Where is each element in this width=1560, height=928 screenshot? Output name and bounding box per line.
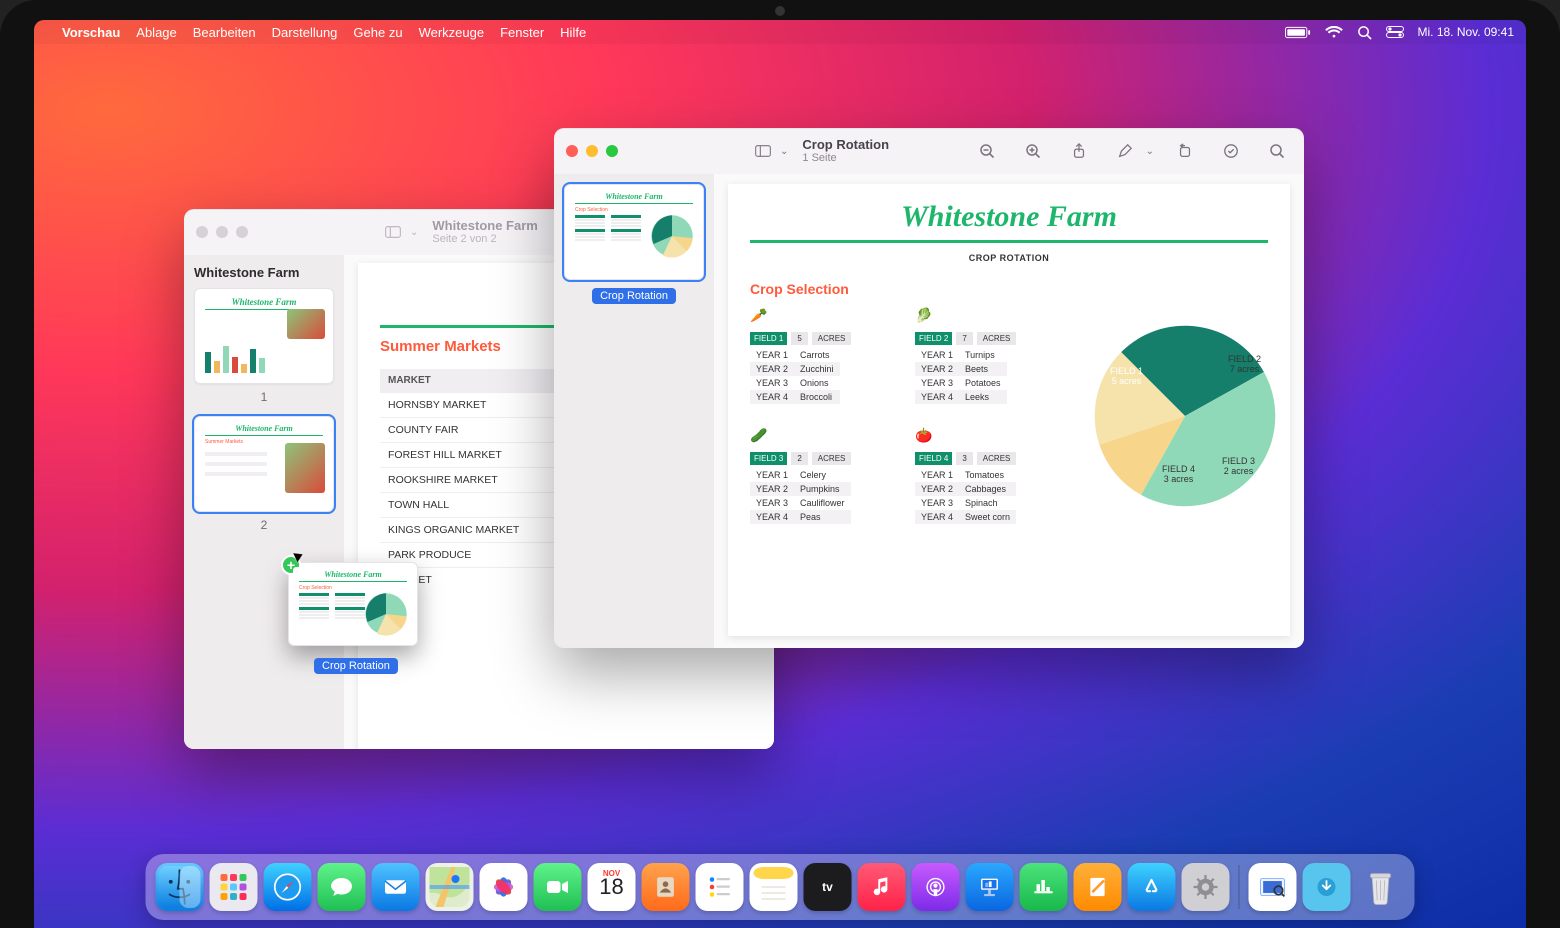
dock-trash[interactable] bbox=[1357, 863, 1405, 911]
dock-app-facetime[interactable] bbox=[534, 863, 582, 911]
dock-app-settings[interactable] bbox=[1182, 863, 1230, 911]
page-thumbnail-1[interactable]: Whitestone Farm bbox=[194, 288, 334, 384]
laptop-bezel: Vorschau Ablage Bearbeiten Darstellung G… bbox=[0, 0, 1560, 928]
minimize-button[interactable] bbox=[586, 145, 598, 157]
sidebar-title: Whitestone Farm bbox=[194, 265, 334, 280]
field-block: 🍅FIELD 43ACRESYEAR 1TomatoesYEAR 2Cabbag… bbox=[915, 427, 1050, 527]
chevron-down-icon[interactable]: ⌄ bbox=[410, 227, 418, 238]
menu-item[interactable]: Darstellung bbox=[272, 25, 338, 40]
highlight-button[interactable] bbox=[1216, 139, 1246, 163]
dock-app-appstore[interactable] bbox=[1128, 863, 1176, 911]
dock-folder-downloads[interactable] bbox=[1303, 863, 1351, 911]
thumbnail-label: Crop Rotation bbox=[564, 286, 704, 304]
window-title: Crop Rotation bbox=[802, 138, 889, 152]
window-title: Whitestone Farm bbox=[432, 219, 537, 233]
menubar: Vorschau Ablage Bearbeiten Darstellung G… bbox=[34, 20, 1526, 44]
veg-icon: 🥬 bbox=[915, 307, 1050, 324]
dock-app-tv[interactable]: tv bbox=[804, 863, 852, 911]
app-name[interactable]: Vorschau bbox=[62, 25, 120, 40]
screen: Vorschau Ablage Bearbeiten Darstellung G… bbox=[34, 20, 1526, 928]
dock-app-notes[interactable] bbox=[750, 863, 798, 911]
dock-app-messages[interactable] bbox=[318, 863, 366, 911]
drag-label: Crop Rotation bbox=[314, 656, 398, 674]
dock-app-reminders[interactable] bbox=[696, 863, 744, 911]
zoom-out-button[interactable] bbox=[972, 139, 1002, 163]
dock-app-calendar[interactable]: NOV 18 bbox=[588, 863, 636, 911]
thumbnail-sidebar[interactable]: Whitestone Farm Whitestone Farm bbox=[184, 255, 344, 749]
dock-separator bbox=[1239, 865, 1240, 909]
dock-app-podcasts[interactable] bbox=[912, 863, 960, 911]
preview-window-crop-rotation[interactable]: ⌄ Crop Rotation 1 Seite ⌄ bbox=[554, 128, 1304, 648]
titlebar[interactable]: ⌄ Crop Rotation 1 Seite ⌄ bbox=[554, 128, 1304, 174]
menu-item[interactable]: Bearbeiten bbox=[193, 25, 256, 40]
dock-app-contacts[interactable] bbox=[642, 863, 690, 911]
dock-app-preview[interactable] bbox=[1249, 863, 1297, 911]
page-thumbnail-1[interactable]: Whitestone FarmCrop Selection bbox=[564, 184, 704, 280]
drag-preview-thumbnail: + Whitestone FarmCrop Selection bbox=[288, 562, 418, 646]
sidebar-toggle-button[interactable] bbox=[378, 220, 408, 244]
veg-icon: 🥕 bbox=[750, 307, 885, 324]
battery-icon[interactable] bbox=[1285, 26, 1311, 39]
camera-notch bbox=[775, 6, 785, 16]
dock-app-finder[interactable] bbox=[156, 863, 204, 911]
wifi-icon[interactable] bbox=[1325, 26, 1343, 39]
dock[interactable]: NOV 18 tv bbox=[146, 854, 1415, 920]
veg-icon: 🍅 bbox=[915, 427, 1050, 444]
window-subtitle: 1 Seite bbox=[802, 152, 889, 164]
thumb-image bbox=[287, 309, 325, 339]
traffic-lights bbox=[196, 226, 248, 238]
dock-app-mail[interactable] bbox=[372, 863, 420, 911]
dock-app-music[interactable] bbox=[858, 863, 906, 911]
dock-app-numbers[interactable] bbox=[1020, 863, 1068, 911]
close-button[interactable] bbox=[196, 226, 208, 238]
menubar-clock[interactable]: Mi. 18. Nov. 09:41 bbox=[1418, 25, 1515, 39]
doc-subhead: CROP ROTATION bbox=[750, 253, 1268, 263]
traffic-lights bbox=[566, 145, 618, 157]
menu-item[interactable]: Fenster bbox=[500, 25, 544, 40]
zoom-in-button[interactable] bbox=[1018, 139, 1048, 163]
dock-app-maps[interactable] bbox=[426, 863, 474, 911]
field-block: 🥒FIELD 32ACRESYEAR 1CeleryYEAR 2Pumpkins… bbox=[750, 427, 885, 527]
dock-app-photos[interactable] bbox=[480, 863, 528, 911]
dock-app-launchpad[interactable] bbox=[210, 863, 258, 911]
markup-button[interactable] bbox=[1110, 139, 1140, 163]
close-button[interactable] bbox=[566, 145, 578, 157]
dock-app-keynote[interactable] bbox=[966, 863, 1014, 911]
doc-title: Whitestone Farm bbox=[750, 200, 1268, 234]
window-subtitle: Seite 2 von 2 bbox=[432, 233, 537, 245]
field-block: 🥬FIELD 27ACRESYEAR 1TurnipsYEAR 2BeetsYE… bbox=[915, 307, 1050, 407]
chevron-down-icon[interactable]: ⌄ bbox=[780, 146, 788, 157]
page-number-2: 2 bbox=[194, 518, 334, 532]
section-heading: Crop Selection bbox=[750, 281, 1268, 297]
sidebar-toggle-button[interactable] bbox=[748, 139, 778, 163]
menu-item[interactable]: Gehe zu bbox=[353, 25, 402, 40]
thumb-title: Whitestone Farm bbox=[199, 297, 329, 307]
search-button[interactable] bbox=[1262, 139, 1292, 163]
dock-app-safari[interactable] bbox=[264, 863, 312, 911]
page-thumbnail-2[interactable]: Whitestone FarmSummer Markets bbox=[194, 416, 334, 512]
fullscreen-button[interactable] bbox=[236, 226, 248, 238]
dock-app-pages[interactable] bbox=[1074, 863, 1122, 911]
pie-chart: FIELD 15 acres FIELD 27 acres FIELD 32 a… bbox=[1080, 307, 1290, 526]
chevron-down-icon[interactable]: ⌄ bbox=[1146, 146, 1154, 157]
page-number-1: 1 bbox=[194, 390, 334, 404]
menu-item[interactable]: Ablage bbox=[136, 25, 176, 40]
menu-item[interactable]: Hilfe bbox=[560, 25, 586, 40]
fields-grid: 🥕FIELD 15ACRESYEAR 1CarrotsYEAR 2Zucchin… bbox=[750, 307, 1050, 526]
fullscreen-button[interactable] bbox=[606, 145, 618, 157]
thumb-bar-chart bbox=[205, 343, 265, 373]
document-viewport[interactable]: Whitestone Farm CROP ROTATION Crop Selec… bbox=[714, 174, 1304, 648]
veg-icon: 🥒 bbox=[750, 427, 885, 444]
rotate-button[interactable] bbox=[1170, 139, 1200, 163]
menu-item[interactable]: Werkzeuge bbox=[419, 25, 485, 40]
field-block: 🥕FIELD 15ACRESYEAR 1CarrotsYEAR 2Zucchin… bbox=[750, 307, 885, 407]
share-button[interactable] bbox=[1064, 139, 1094, 163]
spotlight-icon[interactable] bbox=[1357, 25, 1372, 40]
minimize-button[interactable] bbox=[216, 226, 228, 238]
thumbnail-sidebar[interactable]: Whitestone FarmCrop Selection Crop Rotat… bbox=[554, 174, 714, 648]
control-center-icon[interactable] bbox=[1386, 26, 1404, 38]
